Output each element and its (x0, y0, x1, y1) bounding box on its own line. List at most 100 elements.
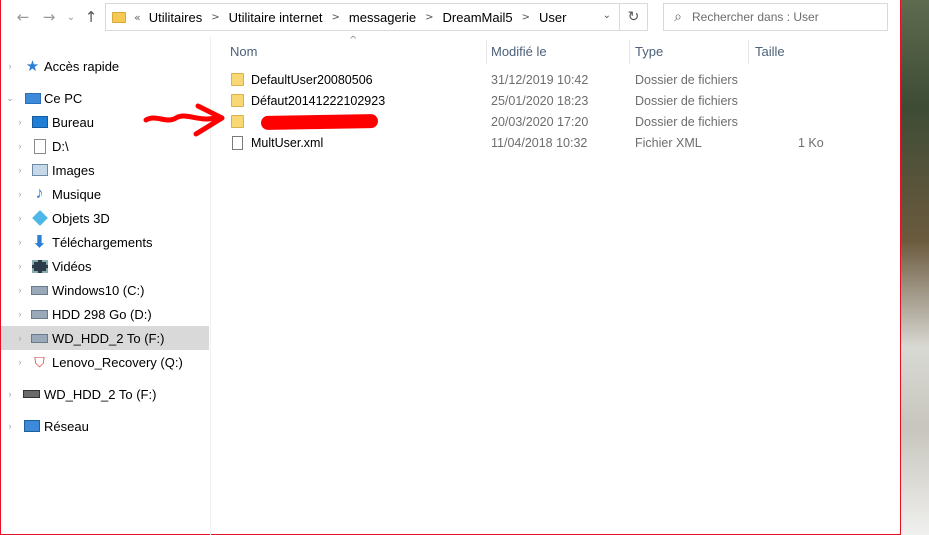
cube-icon (31, 210, 48, 226)
recent-locations-button[interactable]: ⌄ (61, 6, 81, 28)
annotation-arrow-icon (143, 103, 225, 137)
breadcrumb-item[interactable]: Utilitaires (149, 10, 202, 25)
recovery-drive-icon: ⛉ (34, 353, 45, 370)
sidebar-item-label: WD_HDD_2 To (F:) (44, 386, 157, 402)
chevron-down-icon: ⌄ (66, 11, 76, 23)
sidebar-item-drive-f[interactable]: › WD_HDD_2 To (F:) (1, 326, 209, 350)
removable-drive-icon (23, 387, 40, 402)
file-icon (31, 138, 48, 154)
breadcrumb-item[interactable]: messagerie (349, 10, 416, 25)
sidebar-item-label: Vidéos (52, 258, 92, 274)
column-divider[interactable] (486, 40, 487, 64)
refresh-button[interactable]: ↻ (620, 3, 648, 31)
file-type: Dossier de fichiers (635, 94, 738, 108)
sidebar-item-videos[interactable]: › Vidéos (1, 254, 209, 278)
chevron-right-icon[interactable]: › (14, 309, 26, 319)
breadcrumb-item[interactable]: Utilitaire internet (229, 10, 323, 25)
sidebar-item-downloads[interactable]: › ⬇ Téléchargements (1, 230, 209, 254)
column-header-label: Nom (230, 43, 258, 59)
chevron-right-icon[interactable]: › (14, 357, 26, 367)
file-row[interactable]: MultUser.xml 11/04/2018 10:32 Fichier XM… (226, 133, 826, 154)
chevron-right-icon[interactable]: › (14, 213, 26, 223)
xml-file-icon (232, 136, 243, 150)
arrow-right-icon: → (42, 8, 56, 26)
sidebar-item-drive-d[interactable]: › HDD 298 Go (D:) (1, 302, 209, 326)
column-header-type[interactable]: Type (635, 36, 748, 66)
arrow-up-icon: ↑ (84, 8, 98, 26)
sidebar-item-label: D:\ (52, 138, 69, 154)
chevron-right-icon[interactable]: > (332, 12, 340, 23)
chevron-right-icon[interactable]: › (4, 421, 16, 431)
chevron-right-icon[interactable]: › (14, 141, 26, 151)
column-divider[interactable] (748, 40, 749, 64)
file-modified: 20/03/2020 17:20 (491, 115, 589, 129)
sidebar-item-label: Bureau (52, 114, 94, 130)
column-header-label: Modifié le (491, 43, 547, 59)
address-bar[interactable]: « Utilitaires > Utilitaire internet > me… (105, 3, 620, 31)
arrow-left-icon: ← (16, 8, 30, 26)
computer-icon (24, 91, 41, 106)
desktop-background (901, 0, 929, 535)
images-icon (31, 163, 48, 178)
file-modified: 11/04/2018 10:32 (491, 136, 588, 150)
chevron-right-icon[interactable]: › (4, 61, 16, 71)
sidebar-item-removable-f[interactable]: › WD_HDD_2 To (F:) (1, 382, 209, 406)
chevron-right-icon[interactable]: > (425, 12, 433, 23)
redaction-scribble (260, 113, 379, 131)
file-modified: 31/12/2019 10:42 (491, 73, 589, 87)
chevron-down-icon[interactable]: ⌄ (4, 93, 16, 104)
column-header-name[interactable]: Nom (230, 36, 486, 66)
sidebar-item-label: Objets 3D (52, 210, 110, 226)
sidebar-item-label: Lenovo_Recovery (Q:) (52, 354, 183, 370)
chevron-right-icon[interactable]: › (14, 237, 26, 247)
search-placeholder[interactable]: Rechercher dans : User (692, 10, 819, 24)
address-dropdown-icon[interactable]: ⌄ (603, 10, 611, 21)
sidebar-item-label: WD_HDD_2 To (F:) (52, 330, 165, 346)
column-header-size[interactable]: Taille (755, 36, 835, 66)
breadcrumb-item[interactable]: User (539, 10, 566, 25)
forward-button[interactable]: → (39, 6, 59, 28)
chevron-right-icon[interactable]: › (4, 389, 16, 399)
sidebar-item-drive-c[interactable]: › Windows10 (C:) (1, 278, 209, 302)
up-button[interactable]: ↑ (81, 6, 101, 28)
search-box[interactable]: ⌕ Rechercher dans : User (663, 3, 888, 31)
chevron-right-icon[interactable]: › (14, 117, 26, 127)
file-modified: 25/01/2020 18:23 (491, 94, 589, 108)
sidebar-item-drive-q[interactable]: › ⛉ Lenovo_Recovery (Q:) (1, 350, 209, 374)
sidebar-item-network[interactable]: › Réseau (1, 414, 209, 438)
video-icon (31, 259, 48, 274)
file-name: MultUser.xml (251, 136, 324, 150)
column-header-label: Taille (755, 43, 785, 59)
file-row[interactable]: 20/03/2020 17:20 Dossier de fichiers (226, 112, 826, 133)
chevron-right-icon[interactable]: › (14, 285, 26, 295)
file-type: Dossier de fichiers (635, 115, 738, 129)
file-name: Défaut20141222102923 (251, 94, 386, 108)
file-row[interactable]: DefaultUser20080506 31/12/2019 10:42 Dos… (226, 70, 826, 91)
sidebar-item-label: Téléchargements (52, 234, 153, 250)
file-row[interactable]: Défaut20141222102923 25/01/2020 18:23 Do… (226, 91, 826, 112)
chevron-right-icon[interactable]: › (14, 165, 26, 175)
music-icon: ♪ (35, 185, 44, 202)
column-divider[interactable] (629, 40, 630, 64)
chevron-right-icon[interactable]: › (14, 261, 26, 271)
sidebar-item-label: HDD 298 Go (D:) (52, 306, 152, 322)
sidebar-item-music[interactable]: › ♪ Musique (1, 182, 209, 206)
drive-icon (31, 307, 48, 322)
chevron-right-icon[interactable]: > (522, 12, 530, 23)
chevron-right-icon[interactable]: › (14, 333, 26, 343)
chevron-right-icon[interactable]: > (211, 12, 219, 23)
sidebar-item-images[interactable]: › Images (1, 158, 209, 182)
breadcrumb-overflow[interactable]: « (134, 11, 141, 24)
sidebar-item-quick-access[interactable]: › ★ Accès rapide (1, 54, 209, 78)
sidebar-item-3d-objects[interactable]: › Objets 3D (1, 206, 209, 230)
file-type: Fichier XML (635, 136, 702, 150)
column-header-modified[interactable]: Modifié le (491, 36, 629, 66)
back-button[interactable]: ← (13, 6, 33, 28)
folder-icon (231, 115, 244, 128)
sidebar-item-label: Accès rapide (44, 58, 120, 74)
chevron-right-icon[interactable]: › (14, 189, 26, 199)
star-icon: ★ (25, 58, 40, 75)
breadcrumb-item[interactable]: DreamMail5 (443, 10, 513, 25)
file-size: 1 Ko (798, 136, 824, 150)
sidebar-item-label: Ce PC (44, 90, 83, 106)
